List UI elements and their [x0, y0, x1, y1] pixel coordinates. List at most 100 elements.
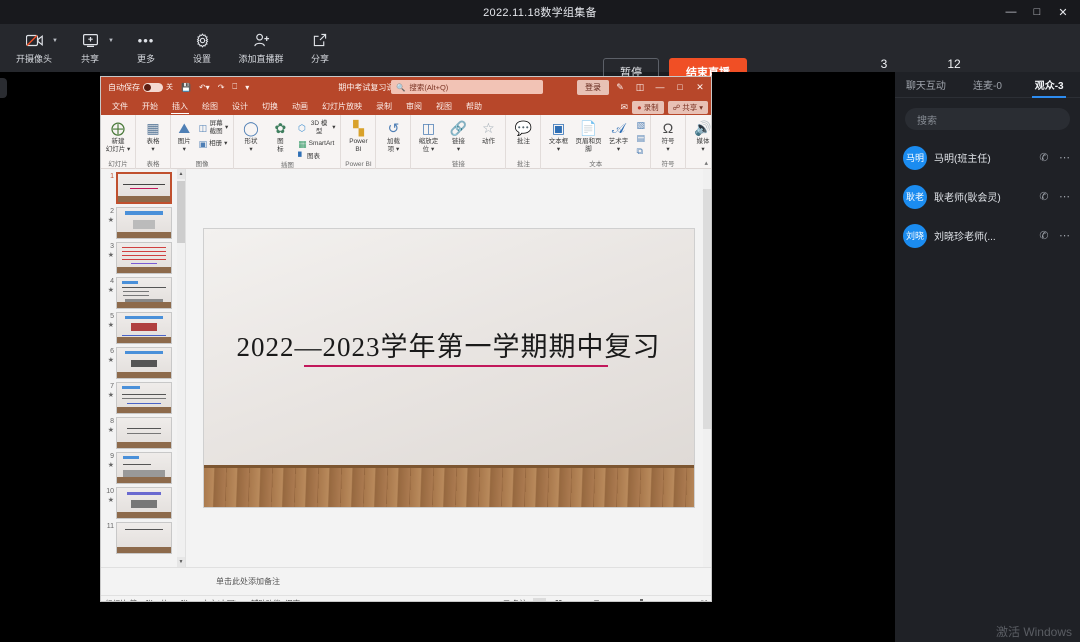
shapes-button[interactable]: ◯ 形状 ▾ — [237, 117, 264, 154]
ppt-minimize-button[interactable]: — — [651, 82, 669, 92]
tab-design[interactable]: 设计 — [225, 98, 255, 115]
language-status[interactable]: 中文(中国) — [202, 598, 237, 601]
slide-thumbnail[interactable]: 5 ★ — [101, 309, 185, 344]
slide-thumbnail[interactable]: 1 — [101, 169, 185, 204]
slide-thumbnail[interactable]: 10 ★ — [101, 484, 185, 519]
slide-sorter-view-button[interactable]: ☷ — [552, 598, 565, 601]
tab-transitions[interactable]: 切换 — [255, 98, 285, 115]
slide-thumbnail-panel[interactable]: 1 2 ★ 3 ★ 4 ★ 5 ★ 6 ★ 7 ★ 8 ★ 9 ★ 10 ★ 1… — [101, 169, 186, 567]
icons-button[interactable]: ✿ 图标 — [267, 117, 294, 154]
chart-button[interactable]: ▘ 图表 — [296, 151, 337, 163]
signin-button[interactable]: 登录 — [577, 79, 609, 95]
toggle-switch-icon[interactable] — [143, 82, 163, 92]
date-time-button[interactable]: ▧ — [634, 119, 647, 131]
tab-home[interactable]: 开始 — [135, 98, 165, 115]
zoom-slider[interactable]: − + — [609, 599, 675, 601]
list-item[interactable]: 马明 马明(班主任) ✆ ⋯ — [895, 138, 1080, 177]
slide-thumbnail[interactable]: 6 ★ — [101, 344, 185, 379]
action-button[interactable]: ☆ 动作 — [474, 117, 502, 146]
tab-chat[interactable]: 聊天互动 — [895, 72, 957, 98]
share-screen-button[interactable]: 共享 ▼ — [62, 24, 118, 72]
slide-scrollbar[interactable] — [703, 169, 711, 567]
comment-button[interactable]: 💬 批注 — [509, 117, 537, 146]
notes-toggle-button[interactable]: ☰ 备注 — [503, 598, 527, 601]
chevron-down-icon[interactable]: ▾ — [225, 124, 228, 132]
slide-thumbnail[interactable]: 7 ★ — [101, 379, 185, 414]
scroll-up-icon[interactable]: ▲ — [177, 169, 185, 179]
slide-thumbnail[interactable]: 3 ★ — [101, 239, 185, 274]
photo-album-button[interactable]: ▣ 相册 ▾ — [197, 138, 231, 150]
zoom-level[interactable]: 77% — [680, 599, 695, 601]
more-button[interactable]: ••• 更多 — [118, 24, 174, 72]
notes-pane[interactable]: 单击此处添加备注 — [101, 567, 711, 595]
thumbnail-scrollbar[interactable]: ▲ ▼ — [177, 169, 185, 567]
ribbon-display-options-icon[interactable]: ◫ — [631, 82, 649, 93]
customize-quick-access-icon[interactable]: ▾ — [241, 79, 253, 95]
share-button[interactable]: 分享 — [292, 24, 348, 72]
maximize-button[interactable]: □ — [1024, 0, 1050, 24]
slide-thumbnail[interactable]: 11 — [101, 519, 185, 554]
pen-icon[interactable]: ✎ — [611, 82, 629, 93]
list-item[interactable]: 刘晓 刘晓珍老师(... ✆ ⋯ — [895, 216, 1080, 255]
textbox-button[interactable]: ▣ 文本框 ▾ — [544, 117, 572, 154]
scroll-thumb[interactable] — [177, 181, 185, 243]
tab-slideshow[interactable]: 幻灯片放映 — [315, 98, 369, 115]
scroll-thumb[interactable] — [703, 189, 711, 429]
share-doc-button[interactable]: ☍ 共享 ▾ — [667, 101, 708, 114]
slide-number-button[interactable]: ▤ — [634, 132, 647, 144]
comments-icon[interactable]: ✉ — [621, 102, 629, 113]
slide-thumbnail[interactable]: 2 ★ — [101, 204, 185, 239]
more-options-icon[interactable]: ⋯ — [1058, 151, 1072, 164]
tab-record[interactable]: 录制 — [369, 98, 399, 115]
tab-draw[interactable]: 绘图 — [195, 98, 225, 115]
tab-audience[interactable]: 观众-3 — [1018, 72, 1080, 98]
object-button[interactable]: ⧉ — [634, 145, 647, 157]
picture-button[interactable]: ⛰ 图片 ▾ — [174, 117, 195, 154]
zoom-in-icon[interactable]: + — [670, 599, 675, 601]
minimize-button[interactable]: — — [998, 0, 1024, 24]
reading-view-button[interactable]: ▦ — [571, 598, 584, 601]
add-live-group-button[interactable]: 添加直播群 — [230, 24, 292, 72]
accessibility-status[interactable]: 辅助功能: 调查 — [251, 598, 300, 601]
scroll-down-icon[interactable]: ▼ — [177, 557, 185, 567]
record-button[interactable]: ● 录制 — [632, 101, 664, 114]
close-button[interactable]: ✕ — [1050, 0, 1076, 24]
tab-review[interactable]: 审阅 — [399, 98, 429, 115]
zoom-out-icon[interactable]: − — [609, 599, 614, 601]
link-button[interactable]: 🔗 链接 ▾ — [444, 117, 472, 154]
symbol-button[interactable]: Ω 符号 ▾ — [654, 117, 682, 154]
new-slide-button[interactable]: ⨁ 新建 幻灯片 ▾ — [104, 117, 132, 154]
slide-thumbnail[interactable]: 4 ★ — [101, 274, 185, 309]
zoom-knob[interactable] — [639, 599, 643, 601]
settings-button[interactable]: 设置 — [174, 24, 230, 72]
tab-help[interactable]: 帮助 — [459, 98, 489, 115]
invite-mic-icon[interactable]: ✆ — [1037, 151, 1051, 164]
collapse-ribbon-icon[interactable]: ▴ — [704, 159, 708, 167]
ppt-maximize-button[interactable]: □ — [671, 82, 689, 92]
chevron-down-icon[interactable]: ▾ — [224, 140, 227, 148]
wordart-button[interactable]: 𝒜 艺术字 ▾ — [604, 117, 632, 154]
tab-mic-queue[interactable]: 连麦-0 — [957, 72, 1019, 98]
autosave-toggle[interactable]: 自动保存 关 — [104, 79, 177, 95]
media-button[interactable]: 🔊 媒体 ▾ — [689, 117, 711, 154]
more-options-icon[interactable]: ⋯ — [1058, 229, 1072, 242]
current-slide[interactable]: 2022—2023学年第一学期期中复习 — [203, 229, 694, 507]
powerbi-button[interactable]: ▚ Power BI — [344, 117, 372, 154]
redo-icon[interactable]: ↷ — [214, 79, 229, 95]
slideshow-view-button[interactable]: ⎕ — [590, 598, 603, 602]
slide-title[interactable]: 2022—2023学年第一学期期中复习 — [204, 325, 694, 364]
normal-view-button[interactable]: ▣ — [533, 598, 547, 601]
ppt-close-button[interactable]: ✕ — [691, 82, 709, 93]
tab-view[interactable]: 视图 — [429, 98, 459, 115]
slide-thumbnail[interactable]: 8 ★ — [101, 414, 185, 449]
slide-thumbnail[interactable]: 9 ★ — [101, 449, 185, 484]
chevron-down-icon[interactable]: ▼ — [52, 38, 58, 44]
tab-animations[interactable]: 动画 — [285, 98, 315, 115]
slide-editing-area[interactable]: 2022—2023学年第一学期期中复习 — [186, 169, 711, 567]
camera-toggle-button[interactable]: 开摄像头 ▼ — [6, 24, 62, 72]
fit-slide-icon[interactable]: ⛶ — [701, 599, 707, 602]
table-button[interactable]: ▦ 表格 ▾ — [139, 117, 167, 154]
header-footer-button[interactable]: 📄 页眉和页脚 — [574, 117, 602, 154]
undo-icon[interactable]: ↶▾ — [195, 79, 214, 95]
save-icon[interactable]: 💾 — [177, 79, 195, 95]
